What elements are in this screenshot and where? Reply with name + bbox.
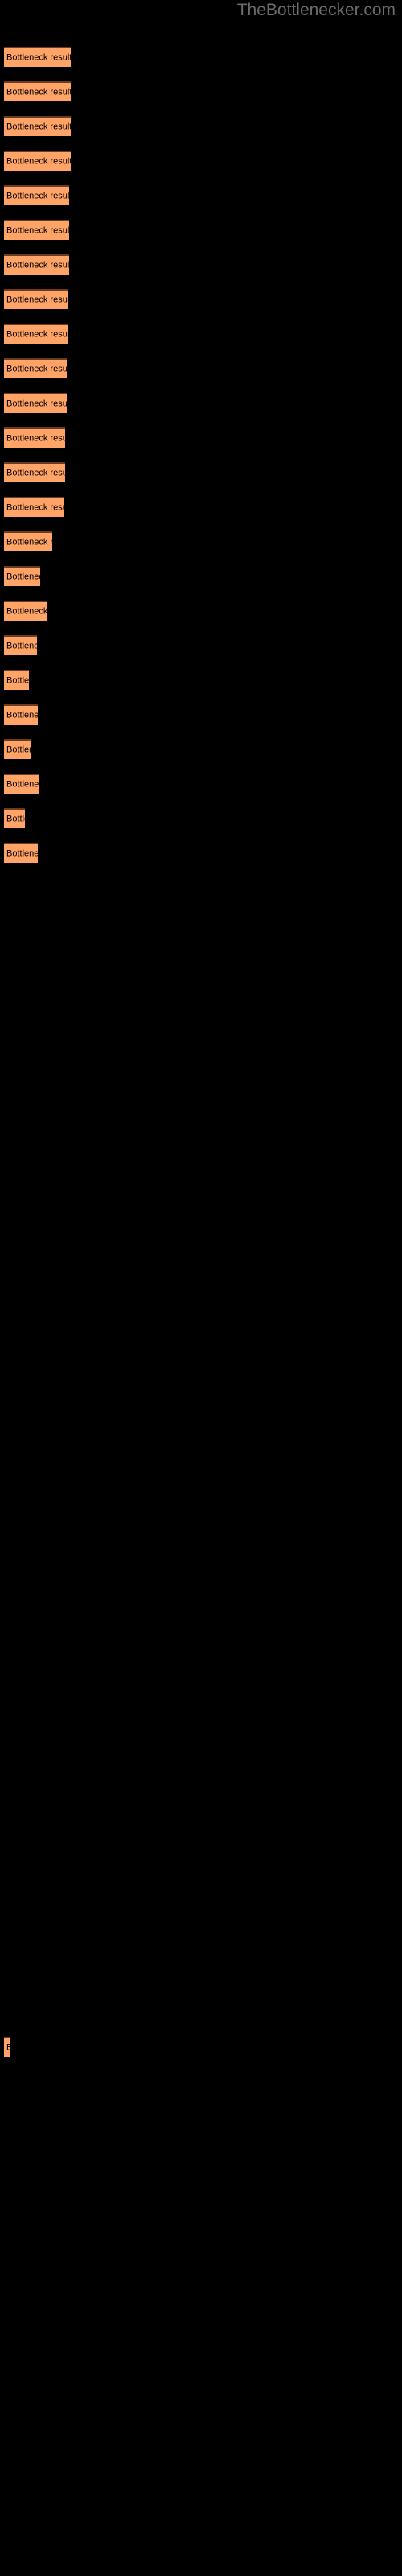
bar-label: Bottleneck result bbox=[6, 191, 69, 200]
bar-7: Bottleneck result bbox=[4, 254, 69, 275]
bar-23: Bottleneck result bbox=[4, 808, 25, 828]
bar-21: Bottleneck result bbox=[4, 739, 31, 759]
bar-label: Bottleneck result bbox=[6, 572, 40, 581]
bar-label: Bottleneck result bbox=[6, 295, 68, 304]
bar-label: Bottleneck result bbox=[6, 502, 64, 512]
bar-13: Bottleneck result bbox=[4, 462, 65, 482]
bar-label: Bottleneck result bbox=[6, 52, 71, 62]
bar-label: Bottleneck result bbox=[6, 225, 69, 235]
bar-4: Bottleneck result bbox=[4, 151, 71, 171]
bar-25: Bottleneck result bbox=[4, 2037, 10, 2057]
bar-label: Bottleneck result bbox=[6, 814, 25, 824]
bar-label: Bottleneck result bbox=[6, 779, 39, 789]
bar-label: Bottleneck result bbox=[6, 364, 67, 374]
bar-label: Bottleneck result bbox=[6, 710, 38, 720]
bar-label: Bottleneck result bbox=[6, 848, 38, 858]
bar-label: Bottleneck result bbox=[6, 537, 52, 547]
bar-17: Bottleneck result bbox=[4, 601, 47, 621]
bar-3: Bottleneck result bbox=[4, 116, 71, 136]
bar-label: Bottleneck result bbox=[6, 156, 71, 166]
bar-15: Bottleneck result bbox=[4, 531, 52, 551]
bar-label: Bottleneck result bbox=[6, 2042, 10, 2053]
bar-6: Bottleneck result bbox=[4, 220, 69, 240]
bar-2: Bottleneck result bbox=[4, 81, 71, 101]
bar-16: Bottleneck result bbox=[4, 566, 40, 586]
bar-12: Bottleneck result bbox=[4, 427, 65, 448]
bar-label: Bottleneck result bbox=[6, 641, 37, 650]
bar-19: Bottleneck result bbox=[4, 670, 29, 690]
bottleneck-bar-chart: Bottleneck result Bottleneck result Bottle… bbox=[0, 0, 402, 2576]
bar-label: Bottleneck result bbox=[6, 87, 71, 97]
bar-label: Bottleneck result bbox=[6, 398, 67, 408]
bar-9: Bottleneck result bbox=[4, 324, 68, 344]
bar-14: Bottleneck result bbox=[4, 497, 64, 517]
bar-label: Bottleneck result bbox=[6, 329, 68, 339]
bar-24: Bottleneck result bbox=[4, 843, 38, 863]
bar-18: Bottleneck result bbox=[4, 635, 37, 655]
bar-8: Bottleneck result bbox=[4, 289, 68, 309]
bar-10: Bottleneck result bbox=[4, 358, 67, 378]
bar-1: Bottleneck result bbox=[4, 47, 71, 67]
bar-label: Bottleneck result bbox=[6, 606, 47, 616]
bar-5: Bottleneck result bbox=[4, 185, 69, 205]
bar-label: Bottleneck result bbox=[6, 433, 65, 443]
bar-11: Bottleneck result bbox=[4, 393, 67, 413]
bar-label: Bottleneck result bbox=[6, 122, 71, 131]
bar-22: Bottleneck result bbox=[4, 774, 39, 794]
site-watermark: TheBottlenecker.com bbox=[236, 1, 396, 19]
bar-label: Bottleneck result bbox=[6, 675, 29, 685]
bar-label: Bottleneck result bbox=[6, 745, 31, 754]
bar-label: Bottleneck result bbox=[6, 260, 69, 270]
bar-label: Bottleneck result bbox=[6, 468, 65, 477]
bar-20: Bottleneck result bbox=[4, 704, 38, 724]
